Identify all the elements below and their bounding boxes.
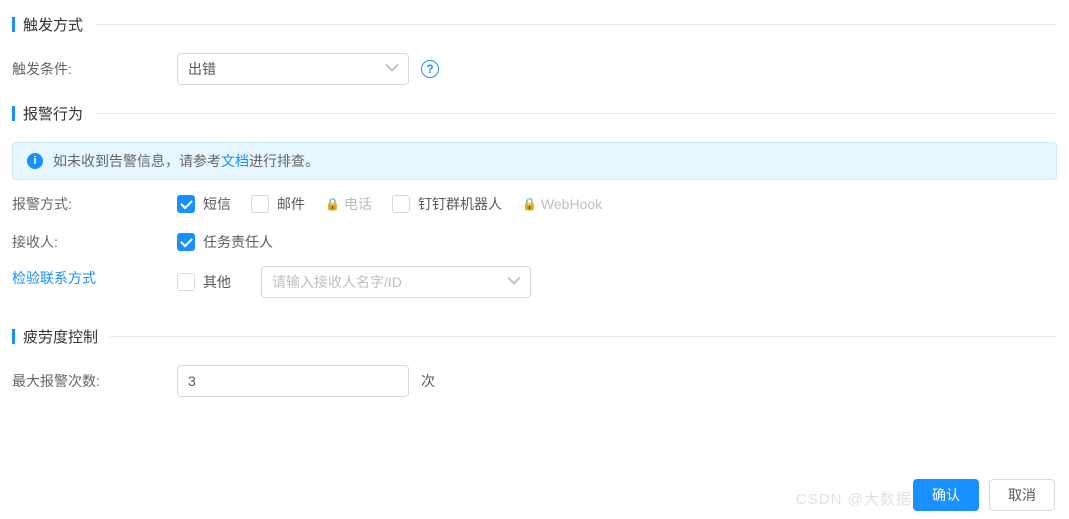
label-alarm-method: 报警方式:	[12, 194, 177, 214]
section-title-trigger: 触发方式	[23, 14, 83, 35]
info-banner: i 如未收到告警信息，请参考 文档 进行排查。	[12, 142, 1057, 180]
section-title-alarm: 报警行为	[23, 103, 83, 124]
confirm-button[interactable]: 确认	[913, 479, 979, 511]
checkbox-dingtalk[interactable]	[392, 195, 410, 213]
chevron-down-icon	[508, 274, 520, 290]
divider	[95, 24, 1057, 25]
label-max-alarm: 最大报警次数:	[12, 371, 177, 391]
alarm-method-options: 短信 邮件 🔒 电话 钉钉群机器人 🔒 WebHook	[177, 194, 614, 214]
checkbox-sms[interactable]	[177, 195, 195, 213]
section-header-alarm: 报警行为	[12, 103, 1057, 124]
chevron-down-icon	[386, 61, 398, 77]
row-recipient: 接收人: 检验联系方式 任务责任人 其他 请输入接收人名字/ID	[12, 232, 1057, 298]
section-header-trigger: 触发方式	[12, 14, 1057, 35]
row-trigger-condition: 触发条件: 出错 ?	[12, 53, 1057, 85]
cancel-button[interactable]: 取消	[989, 479, 1055, 511]
info-doc-link[interactable]: 文档	[221, 151, 249, 171]
label-owner: 任务责任人	[203, 232, 273, 252]
input-other-recipient[interactable]: 请输入接收人名字/ID	[261, 266, 531, 298]
section-header-fatigue: 疲劳度控制	[12, 326, 1057, 347]
divider	[95, 113, 1057, 114]
unit-times: 次	[421, 371, 435, 391]
lock-icon: 🔒	[325, 197, 340, 211]
label-trigger-condition: 触发条件:	[12, 59, 177, 79]
checkbox-other[interactable]	[177, 273, 195, 291]
checkbox-owner[interactable]	[177, 233, 195, 251]
checkbox-email[interactable]	[251, 195, 269, 213]
label-dingtalk: 钉钉群机器人	[418, 194, 502, 214]
label-other: 其他	[203, 272, 231, 292]
section-title-fatigue: 疲劳度控制	[23, 326, 98, 347]
label-recipient: 接收人:	[12, 232, 177, 252]
divider	[110, 336, 1057, 337]
select-trigger-condition[interactable]: 出错	[177, 53, 409, 85]
help-icon[interactable]: ?	[421, 60, 439, 78]
row-alarm-method: 报警方式: 短信 邮件 🔒 电话 钉钉群机器人 🔒 WebHook	[12, 194, 1057, 214]
verify-contact-link[interactable]: 检验联系方式	[12, 268, 177, 288]
footer-actions: 确认 取消	[913, 479, 1055, 511]
row-max-alarm: 最大报警次数: 3 次	[12, 365, 1057, 397]
label-phone: 电话	[344, 194, 372, 214]
label-webhook: WebHook	[541, 196, 602, 212]
input-max-alarm-value: 3	[188, 373, 196, 389]
info-text-suffix: 进行排查。	[249, 151, 319, 171]
info-text-prefix: 如未收到告警信息，请参考	[53, 151, 221, 171]
lock-icon: 🔒	[522, 197, 537, 211]
input-other-placeholder: 请输入接收人名字/ID	[272, 272, 402, 292]
select-trigger-value: 出错	[188, 59, 216, 79]
input-max-alarm[interactable]: 3	[177, 365, 409, 397]
label-email: 邮件	[277, 194, 305, 214]
info-icon: i	[27, 153, 43, 169]
label-sms: 短信	[203, 194, 231, 214]
